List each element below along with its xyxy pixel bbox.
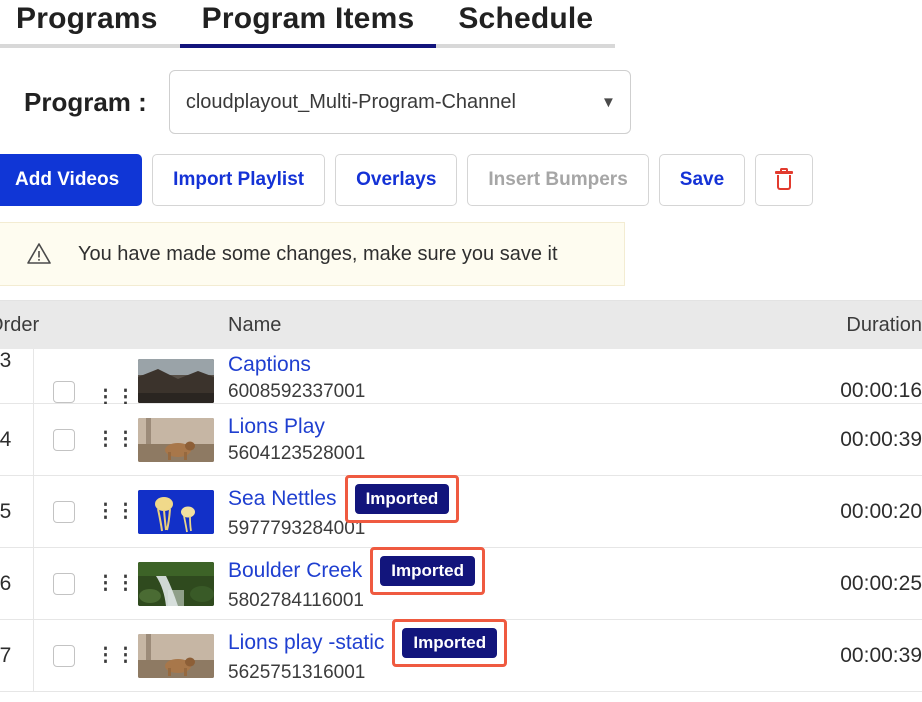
tab-programs-underline bbox=[0, 44, 180, 48]
row-order: 26 bbox=[0, 548, 34, 619]
row-name-cell: Lions play -static Imported 562575131600… bbox=[222, 618, 752, 684]
program-label: Program : bbox=[24, 86, 147, 117]
program-select-value: cloudplayout_Multi-Program-Channel bbox=[185, 90, 516, 113]
drag-handle-icon[interactable]: ⋮⋮ bbox=[94, 388, 138, 407]
table-header-row: Order Name Duration bbox=[0, 301, 922, 349]
tab-programs-label: Programs bbox=[16, 2, 158, 35]
row-select-checkbox[interactable] bbox=[34, 500, 94, 523]
row-name-cell: Captions 6008592337001 bbox=[222, 353, 752, 403]
row-video-id: 5604123528001 bbox=[228, 442, 366, 464]
unsaved-changes-alert: You have made some changes, make sure yo… bbox=[0, 222, 625, 286]
table-row[interactable]: 24 ⋮⋮ Lions Play 56041235280 bbox=[0, 404, 922, 476]
table-row[interactable]: 23 ⋮⋮ Captions 6008592337001 00:00:16 bbox=[0, 349, 922, 407]
warning-triangle-icon bbox=[26, 241, 52, 267]
row-video-id: 5625751316001 bbox=[228, 661, 366, 683]
action-toolbar: Add Videos Import Playlist Overlays Inse… bbox=[0, 154, 922, 206]
overlays-button[interactable]: Overlays bbox=[335, 154, 458, 206]
row-title-link[interactable]: Sea Nettles bbox=[228, 487, 337, 511]
tab-program-items-label: Program Items bbox=[201, 2, 415, 35]
tab-schedule-label: Schedule bbox=[458, 2, 594, 35]
row-title-link[interactable]: Captions bbox=[228, 353, 311, 377]
tab-bar: Programs Program Items Schedule bbox=[0, 0, 922, 52]
header-order: Order bbox=[0, 313, 40, 336]
row-video-id: 6008592337001 bbox=[228, 381, 366, 402]
row-duration: 00:00:20 bbox=[840, 499, 922, 523]
row-thumbnail bbox=[138, 489, 222, 534]
drag-handle-icon[interactable]: ⋮⋮ bbox=[94, 430, 138, 449]
add-videos-button[interactable]: Add Videos bbox=[0, 154, 143, 206]
row-order: 23 bbox=[0, 349, 34, 403]
save-button[interactable]: Save bbox=[658, 154, 746, 206]
row-duration: 00:00:16 bbox=[840, 379, 922, 402]
row-duration: 00:00:39 bbox=[840, 643, 922, 667]
program-select[interactable]: cloudplayout_Multi-Program-Channel ▼ bbox=[168, 70, 631, 134]
insert-bumpers-button[interactable]: Insert Bumpers bbox=[467, 154, 649, 206]
row-duration: 00:00:39 bbox=[840, 427, 922, 451]
program-items-table: Order Name Duration 23 ⋮⋮ Captions bbox=[0, 300, 922, 692]
drag-handle-icon[interactable]: ⋮⋮ bbox=[94, 502, 138, 521]
row-video-id: 5802784116001 bbox=[228, 589, 364, 611]
row-thumbnail bbox=[138, 633, 222, 678]
header-name: Name bbox=[228, 313, 282, 336]
status-badge: Imported bbox=[354, 483, 450, 514]
row-name-cell: Lions Play 5604123528001 bbox=[222, 415, 752, 465]
import-playlist-button[interactable]: Import Playlist bbox=[152, 154, 326, 206]
row-title-link[interactable]: Lions Play bbox=[228, 415, 325, 439]
row-title-link[interactable]: Boulder Creek bbox=[228, 559, 362, 583]
tab-schedule-underline bbox=[436, 44, 616, 48]
imported-badge-wrapper: Imported bbox=[344, 474, 460, 523]
imported-badge-wrapper: Imported bbox=[392, 618, 508, 667]
imported-badge-wrapper: Imported bbox=[370, 546, 485, 595]
drag-handle-icon[interactable]: ⋮⋮ bbox=[94, 646, 138, 665]
row-thumbnail bbox=[138, 561, 222, 606]
row-select-checkbox[interactable] bbox=[34, 428, 94, 451]
header-duration: Duration bbox=[846, 313, 922, 336]
tab-program-items[interactable]: Program Items bbox=[179, 0, 437, 48]
table-row[interactable]: 26 ⋮⋮ Boulder Creek Imported bbox=[0, 546, 922, 620]
trash-icon bbox=[774, 168, 794, 191]
row-order: 27 bbox=[0, 620, 34, 691]
table-row[interactable]: 25 ⋮⋮ Sea Nettles Imported bbox=[0, 474, 922, 548]
row-order: 24 bbox=[0, 404, 34, 475]
delete-button[interactable] bbox=[755, 154, 814, 206]
chevron-down-icon: ▼ bbox=[600, 93, 616, 111]
tab-program-items-underline bbox=[179, 44, 437, 48]
row-video-id: 5977793284001 bbox=[228, 517, 366, 539]
status-badge: Imported bbox=[380, 555, 475, 586]
alert-text: You have made some changes, make sure yo… bbox=[78, 242, 558, 265]
row-select-checkbox[interactable] bbox=[34, 572, 94, 595]
status-badge: Imported bbox=[402, 627, 498, 658]
row-select-checkbox[interactable] bbox=[34, 381, 94, 403]
row-select-checkbox[interactable] bbox=[34, 644, 94, 667]
drag-handle-icon[interactable]: ⋮⋮ bbox=[94, 574, 138, 593]
program-selector-row: Program : cloudplayout_Multi-Program-Cha… bbox=[0, 52, 922, 148]
row-name-cell: Boulder Creek Imported 5802784116001 bbox=[222, 546, 752, 612]
row-name-cell: Sea Nettles Imported 5977793284001 bbox=[222, 474, 752, 540]
row-title-link[interactable]: Lions play -static bbox=[228, 631, 384, 655]
tab-programs[interactable]: Programs bbox=[0, 0, 180, 48]
row-order: 25 bbox=[0, 476, 34, 547]
row-thumbnail bbox=[138, 359, 222, 403]
table-row[interactable]: 27 ⋮⋮ Lions play -static bbox=[0, 618, 922, 692]
row-duration: 00:00:25 bbox=[840, 571, 922, 595]
row-thumbnail bbox=[138, 417, 222, 462]
tab-schedule[interactable]: Schedule bbox=[436, 0, 616, 48]
